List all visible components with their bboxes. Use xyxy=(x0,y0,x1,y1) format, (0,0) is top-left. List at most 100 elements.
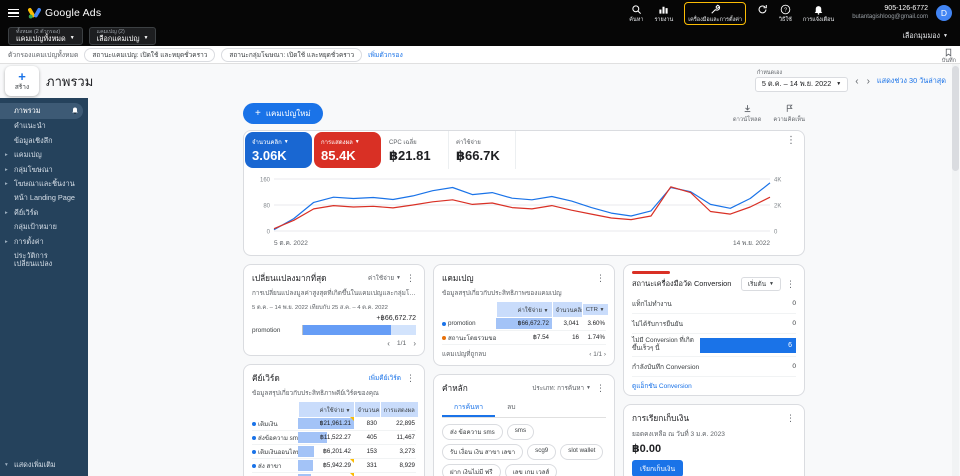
search-button[interactable]: ค้นหา xyxy=(629,4,643,24)
campaign-status-filter-chip[interactable]: สถานะแคมเปญ: เปิดใช้ และหยุดชั่วคราว xyxy=(84,47,216,62)
column-header[interactable]: CTR ▼ xyxy=(582,304,608,315)
sort-dropdown[interactable]: ค่าใช้จ่าย ▼ xyxy=(368,273,401,283)
page-next-icon[interactable]: › xyxy=(413,339,416,348)
sidebar-item-5[interactable]: ▸ โฆษณาและชิ้นงาน xyxy=(0,177,88,191)
view-selector[interactable]: เลือกมุมมอง ▼ xyxy=(902,31,948,42)
feedback-button[interactable]: ความคิดเห็น xyxy=(773,104,805,124)
scorecard-3[interactable]: ค่าใช้จ่าย ฿66.7K xyxy=(449,131,516,169)
sidebar-item-8[interactable]: กลุ่มเป้าหมาย xyxy=(0,220,88,234)
keyword-chip[interactable]: scg9 xyxy=(527,444,557,460)
scorecard-2[interactable]: CPC เฉลี่ย ฿21.81 xyxy=(382,131,449,169)
sidebar-item-6[interactable]: หน้า Landing Page xyxy=(0,191,88,205)
sidebar-item-2[interactable]: ข้อมูลเชิงลึก xyxy=(0,134,88,148)
line-chart[interactable]: 160 4K80 2K0 05 ต.ค. 2022 14 พ.ย. 2022 xyxy=(252,171,798,251)
keyword-row[interactable]: ส่งข้อความ sms ฿11,522.27 405 11,467 xyxy=(252,431,416,445)
keyword-row[interactable]: เติมเงิน ฿21,961.21 830 22,895 xyxy=(252,417,416,431)
card-menu-icon[interactable]: ⋮ xyxy=(778,131,804,169)
sidebar-item-10[interactable]: ประวัติการเปลี่ยนแปลง xyxy=(0,249,88,272)
billing-button[interactable]: เรียกเก็บเงิน xyxy=(632,460,684,476)
keyword-row[interactable]: เติมเงินออนไลน์ ฿6,201.42 153 3,273 xyxy=(252,445,416,459)
svg-text:4K: 4K xyxy=(774,178,781,184)
type-dropdown[interactable]: ประเภท: การค้นหา ▼ xyxy=(532,383,591,393)
card-menu-icon[interactable]: ⋮ xyxy=(405,373,416,384)
account-phone: 905-126-6772 xyxy=(884,5,928,13)
add-keywords-link[interactable]: เพิ่มคีย์เวิร์ด xyxy=(368,373,401,383)
chevron-down-icon: ▼ xyxy=(769,281,774,287)
card-menu-icon[interactable]: ⋮ xyxy=(405,273,416,284)
removed-campaigns-link[interactable]: แคมเปญที่ถูกลบ xyxy=(442,349,486,359)
sidebar-item-0[interactable]: ภาพรวม xyxy=(0,103,83,120)
card-subtitle: การเปลี่ยนแปลงมูลค่าสูงสุดที่เกิดขึ้นในแ… xyxy=(252,290,416,297)
keyword-chip[interactable]: slot wallet xyxy=(560,444,604,460)
view-conversion-actions-link[interactable]: ดูแอ็กชัน Conversion xyxy=(632,381,796,391)
new-campaign-button[interactable]: + แคมเปญใหม่ xyxy=(243,103,323,124)
keyword-chip[interactable]: เลข เกม เวลส์ xyxy=(504,464,558,476)
avatar[interactable]: D xyxy=(936,5,952,21)
chevron-right-icon: ▸ xyxy=(5,209,8,216)
adgroup-status-filter-chip[interactable]: สถานะกลุ่มโฆษณา: เปิดใช้ และหยุดชั่วคราว xyxy=(221,47,363,62)
sidebar-item-1[interactable]: คำแนะนำ xyxy=(0,119,88,133)
sidebar-show-more[interactable]: ▾ แสดงเพิ่มเติม xyxy=(0,458,88,472)
svg-text:160: 160 xyxy=(260,178,271,184)
keyword-chip[interactable]: รับ เงื่อน เงิน สาขา เลขา xyxy=(442,444,524,460)
add-filter-button[interactable]: เพิ่มตัวกรอง xyxy=(368,49,403,60)
sidebar-item-3[interactable]: ▸ แคมเปญ xyxy=(0,148,88,162)
keyword-chip[interactable]: ฝาก เงินไม่มี ฟรี xyxy=(442,464,501,476)
column-header[interactable]: จำนวนคลิก ▼ xyxy=(552,302,582,317)
date-next-button[interactable]: › xyxy=(866,76,871,87)
card-menu-icon[interactable]: ⋮ xyxy=(785,413,796,424)
performance-chart: 160 4K 80 2K 0 0 5 ต.ค. 2022 14 พ.ย. 2022 xyxy=(244,169,804,255)
svg-text:2K: 2K xyxy=(774,204,781,210)
column-header[interactable]: ค่าใช้จ่าย ▼ xyxy=(496,302,552,317)
page-next-icon[interactable]: › xyxy=(604,351,606,358)
date-prev-button[interactable]: ‹ xyxy=(854,76,859,87)
svg-text:14 พ.ย. 2022: 14 พ.ย. 2022 xyxy=(733,240,770,247)
campaign-row[interactable]: สถานะโดยรวมของแคมเปญ฿7.54161.74% xyxy=(442,331,606,345)
sidebar-item-4[interactable]: ▸ กลุ่มโฆษณา xyxy=(0,163,88,177)
tab-negative[interactable]: ลบ xyxy=(495,398,527,417)
scorecard-0[interactable]: จำนวนคลิก ▼ 3.06K xyxy=(245,132,312,168)
save-button[interactable]: บันทึก xyxy=(942,48,956,65)
tab-search[interactable]: การค้นหา xyxy=(442,398,496,417)
chevron-down-icon: ▼ xyxy=(69,35,75,42)
card-menu-icon[interactable]: ⋮ xyxy=(595,273,606,284)
scorecard-1[interactable]: การแสดงผล ▼ 85.4K xyxy=(314,132,381,168)
keyword-row[interactable]: ส่ง สาขา ฿5,942.29 331 8,929 xyxy=(252,459,416,473)
compare-range: 5 ต.ค. – 14 พ.ย. 2022 เทียบกับ 25 ส.ค. –… xyxy=(252,305,388,311)
svg-text:?: ? xyxy=(784,7,787,13)
help-button[interactable]: ? วิธีใช้ xyxy=(779,4,792,24)
card-menu-icon[interactable]: ⋮ xyxy=(785,279,796,290)
column-header[interactable]: การแสดงผล xyxy=(380,402,418,417)
refresh-button[interactable] xyxy=(757,4,768,17)
keyword-chip[interactable]: ส่ง ข้อความ sms xyxy=(442,424,503,440)
sidebar-item-9[interactable]: ▸ การตั้งค่า xyxy=(0,235,88,249)
create-button[interactable]: + สร้าง xyxy=(5,66,39,96)
conversion-status-row: กำลังบันทึก Conversion 0 xyxy=(632,357,796,377)
date-range-picker[interactable]: 5 ต.ค. – 14 พ.ย. 2022 ▼ xyxy=(754,76,849,92)
reports-button[interactable]: รายงาน xyxy=(654,4,673,24)
status-dot xyxy=(442,335,446,340)
vertical-scrollbar[interactable] xyxy=(952,64,959,476)
column-header[interactable]: ค่าใช้จ่าย ▼ xyxy=(298,402,354,417)
keyword-chip[interactable]: sms xyxy=(506,424,535,440)
scrollbar-thumb[interactable] xyxy=(952,66,959,171)
tools-button[interactable]: เครื่องมือและการตั้งค่า xyxy=(684,1,746,26)
change-row[interactable]: promotion xyxy=(252,325,416,335)
card-menu-icon[interactable]: ⋮ xyxy=(595,383,606,394)
account-filter-dropdown[interactable]: ทั้งหมด (2 ตัวกรอง) แคมเปญทั้งหมด ▼ xyxy=(8,26,83,46)
notifications-button[interactable]: การแจ้งเตือน xyxy=(803,4,834,24)
main-menu-icon[interactable] xyxy=(8,7,20,19)
download-button[interactable]: ดาวน์โหลด xyxy=(733,104,761,124)
flag-icon xyxy=(786,104,793,112)
show-last-30-days-link[interactable]: แสดงช่วง 30 วันล่าสุด xyxy=(877,76,946,87)
card-subtitle: ข้อมูลสรุปเกี่ยวกับประสิทธิภาพคีย์เวิร์ด… xyxy=(252,390,379,397)
sidebar-item-7[interactable]: ▸ คีย์เวิร์ด xyxy=(0,206,88,220)
page-prev-icon[interactable]: ‹ xyxy=(589,351,591,358)
column-header[interactable]: จำนวนคลิก xyxy=(354,402,380,417)
range-dropdown[interactable]: เริ่มต้น ▼ xyxy=(740,277,781,291)
conversion-status-row: ไม่มี Conversion ที่เกิดขึ้นเร็วๆ นี้ 6 xyxy=(632,334,796,357)
svg-text:80: 80 xyxy=(263,204,270,210)
page-prev-icon[interactable]: ‹ xyxy=(387,339,390,348)
campaign-selector-dropdown[interactable]: แคมเปญ (2) เลือกแคมเปญ ▼ xyxy=(88,26,157,46)
campaign-row[interactable]: promotion ฿66,672.72 3,041 3.60% xyxy=(442,317,606,331)
